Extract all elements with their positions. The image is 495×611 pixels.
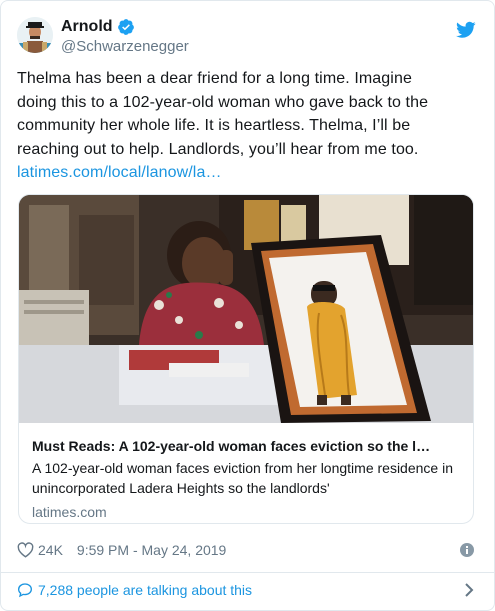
tweet-header: Arnold @Schwarzenegger [17,15,478,59]
tweet-text: Thelma has been a dear friend for a long… [17,67,467,185]
conversation-link[interactable]: 7,288 people are talking about this [17,580,474,600]
author-names: Arnold @Schwarzenegger [61,16,189,56]
divider [1,572,494,573]
card-body: Must Reads: A 102-year-old woman faces e… [19,424,473,521]
like-count[interactable]: 24K [38,542,63,558]
avatar-portrait-icon [17,17,53,53]
tweet-text-line: Thelma has been a dear friend for a long… [17,70,412,87]
speech-bubble-icon [17,583,33,598]
card-description: A 102-year-old woman faces eviction from… [32,460,453,496]
display-name[interactable]: Arnold [61,18,113,36]
display-name-row: Arnold [61,16,189,37]
author-handle[interactable]: @Schwarzenegger [61,38,189,55]
info-icon[interactable] [460,543,474,557]
avatar[interactable] [17,17,53,53]
verified-badge-icon [117,18,134,35]
card-image[interactable] [19,195,474,423]
tweet-embed: Arnold @Schwarzenegger Thelma has been a… [0,0,495,611]
tweet-text-line: reaching out to help. Landlords, you’ll … [17,140,419,158]
tweet-meta: 24K 9:59 PM - May 24, 2019 [17,540,474,560]
tweet-text-line: community her whole life. It is heartles… [17,117,411,134]
timestamp[interactable]: 9:59 PM - May 24, 2019 [77,542,226,558]
twitter-bird-icon[interactable] [456,21,476,39]
tweet-text-line: doing this to a 102-year-old woman who g… [17,93,429,111]
heart-icon[interactable] [17,542,34,558]
card-title[interactable]: Must Reads: A 102-year-old woman faces e… [32,437,462,455]
conversation-count[interactable]: 7,288 people are talking about this [38,582,252,598]
card-domain: latimes.com [32,504,107,520]
article-link[interactable]: latimes.com/local/lanow/la… [17,161,467,185]
chevron-right-icon[interactable] [464,583,474,597]
link-preview-card[interactable]: Must Reads: A 102-year-old woman faces e… [18,194,474,524]
